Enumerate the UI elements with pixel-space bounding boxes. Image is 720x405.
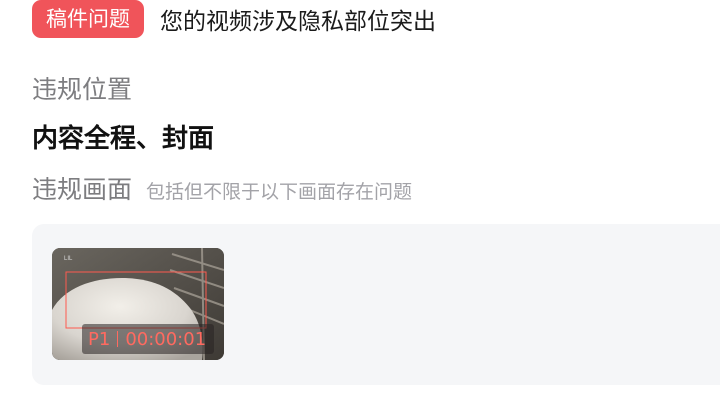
issue-title: 您的视频涉及隐私部位突出 — [160, 9, 436, 35]
violation-frames-panel: LIL P1 00:00:01 — [32, 224, 720, 385]
frame-page-label: P1 — [88, 328, 111, 350]
violation-frames-hint: 包括但不限于以下画面存在问题 — [146, 181, 413, 203]
svg-text:LIL: LIL — [64, 256, 73, 262]
violation-frames-label: 违规画面 — [32, 175, 133, 204]
frame-thumbnail[interactable]: LIL P1 00:00:01 — [52, 248, 224, 360]
issue-tag: 稿件问题 — [32, 0, 144, 38]
violation-location-label: 违规位置 — [32, 75, 133, 104]
violation-location-value: 内容全程、封面 — [32, 124, 215, 154]
frame-timestamp: 00:00:01 — [125, 328, 207, 350]
violation-frames-header: 违规画面 包括但不限于以下画面存在问题 — [32, 170, 412, 206]
issue-header: 稿件问题 您的视频涉及隐私部位突出 — [32, 0, 436, 38]
frame-badge-divider — [117, 331, 119, 347]
frame-badge: P1 00:00:01 — [82, 324, 214, 354]
